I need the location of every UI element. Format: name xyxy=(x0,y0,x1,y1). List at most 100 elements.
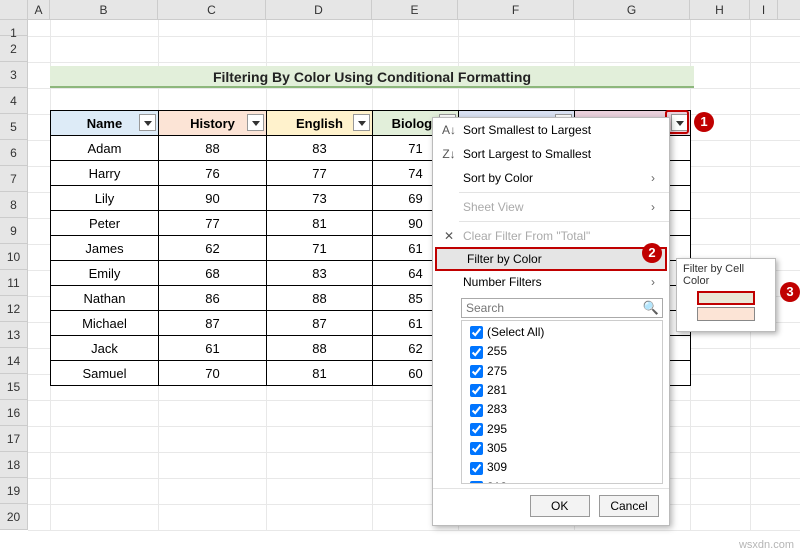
list-item[interactable]: 281 xyxy=(466,381,658,400)
cell[interactable]: 87 xyxy=(159,311,267,336)
search-input[interactable] xyxy=(461,298,663,318)
list-label: 281 xyxy=(487,383,507,397)
color-swatch-2[interactable] xyxy=(697,307,755,321)
checkbox[interactable] xyxy=(470,481,483,484)
col-F[interactable]: F xyxy=(458,0,574,19)
list-item[interactable]: 283 xyxy=(466,400,658,419)
cell[interactable]: 88 xyxy=(267,336,373,361)
row-6[interactable]: 6 xyxy=(0,140,28,166)
list-item[interactable]: (Select All) xyxy=(466,323,658,342)
menu-filter-color-label: Filter by Color xyxy=(463,252,647,266)
cell[interactable]: 77 xyxy=(159,211,267,236)
row-11[interactable]: 11 xyxy=(0,270,28,296)
checkbox[interactable] xyxy=(470,365,483,378)
row-14[interactable]: 14 xyxy=(0,348,28,374)
filter-icon[interactable] xyxy=(139,114,156,131)
menu-number-filters[interactable]: Number Filters › xyxy=(433,270,669,294)
checkbox[interactable] xyxy=(470,326,483,339)
header-english[interactable]: English xyxy=(267,111,373,136)
cell[interactable]: 73 xyxy=(267,186,373,211)
col-I[interactable]: I xyxy=(750,0,778,19)
list-item[interactable]: 295 xyxy=(466,420,658,439)
cell[interactable]: Emily xyxy=(51,261,159,286)
checkbox[interactable] xyxy=(470,462,483,475)
list-item[interactable]: 309 xyxy=(466,458,658,477)
checkbox[interactable] xyxy=(470,384,483,397)
col-C[interactable]: C xyxy=(158,0,266,19)
header-history[interactable]: History xyxy=(159,111,267,136)
cell[interactable]: Michael xyxy=(51,311,159,336)
cell[interactable]: 88 xyxy=(267,286,373,311)
checkbox[interactable] xyxy=(470,404,483,417)
header-name[interactable]: Name xyxy=(51,111,159,136)
list-item[interactable]: 305 xyxy=(466,439,658,458)
menu-clear-filter: ✕ Clear Filter From "Total" xyxy=(433,224,669,248)
sort-desc-icon: Z↓ xyxy=(439,147,459,161)
row-18[interactable]: 18 xyxy=(0,452,28,478)
row-8[interactable]: 8 xyxy=(0,192,28,218)
cell[interactable]: 83 xyxy=(267,136,373,161)
cell[interactable]: 76 xyxy=(159,161,267,186)
row-19[interactable]: 19 xyxy=(0,478,28,504)
cell[interactable]: Adam xyxy=(51,136,159,161)
row-7[interactable]: 7 xyxy=(0,166,28,192)
color-swatch-1[interactable] xyxy=(697,291,755,305)
col-E[interactable]: E xyxy=(372,0,458,19)
col-D[interactable]: D xyxy=(266,0,372,19)
row-10[interactable]: 10 xyxy=(0,244,28,270)
col-G[interactable]: G xyxy=(574,0,690,19)
cell[interactable]: 70 xyxy=(159,361,267,386)
row-5[interactable]: 5 xyxy=(0,114,28,140)
cell[interactable]: 86 xyxy=(159,286,267,311)
row-2[interactable]: 2 xyxy=(0,36,28,62)
list-item[interactable]: 275 xyxy=(466,362,658,381)
menu-sort-asc[interactable]: A↓ Sort Smallest to Largest xyxy=(433,118,669,142)
filter-icon[interactable] xyxy=(353,114,370,131)
ok-button[interactable]: OK xyxy=(530,495,590,517)
list-item[interactable]: 255 xyxy=(466,342,658,361)
menu-filter-by-color[interactable]: Filter by Color › xyxy=(435,247,667,271)
checkbox[interactable] xyxy=(470,442,483,455)
checkbox[interactable] xyxy=(470,423,483,436)
row-16[interactable]: 16 xyxy=(0,400,28,426)
row-4[interactable]: 4 xyxy=(0,88,28,114)
cell[interactable]: Nathan xyxy=(51,286,159,311)
filter-values-list[interactable]: (Select All) 255 275 281 283 295 305 309… xyxy=(461,320,663,484)
cell[interactable]: 71 xyxy=(267,236,373,261)
filter-icon[interactable] xyxy=(247,114,264,131)
col-H[interactable]: H xyxy=(690,0,750,19)
cell[interactable]: 61 xyxy=(159,336,267,361)
cell[interactable]: Peter xyxy=(51,211,159,236)
row-9[interactable]: 9 xyxy=(0,218,28,244)
cell[interactable]: 68 xyxy=(159,261,267,286)
cell[interactable]: 87 xyxy=(267,311,373,336)
col-B[interactable]: B xyxy=(50,0,158,19)
menu-sort-by-color[interactable]: Sort by Color › xyxy=(433,166,669,190)
cancel-button[interactable]: Cancel xyxy=(599,495,659,517)
row-20[interactable]: 20 xyxy=(0,504,28,530)
cell[interactable]: Samuel xyxy=(51,361,159,386)
cell[interactable]: 88 xyxy=(159,136,267,161)
cell[interactable]: James xyxy=(51,236,159,261)
cell[interactable]: 90 xyxy=(159,186,267,211)
row-3[interactable]: 3 xyxy=(0,62,28,88)
cell[interactable]: Harry xyxy=(51,161,159,186)
cell[interactable]: 83 xyxy=(267,261,373,286)
cell[interactable]: Lily xyxy=(51,186,159,211)
cell[interactable]: Jack xyxy=(51,336,159,361)
cell[interactable]: 81 xyxy=(267,211,373,236)
menu-sort-desc[interactable]: Z↓ Sort Largest to Smallest xyxy=(433,142,669,166)
row-17[interactable]: 17 xyxy=(0,426,28,452)
cell[interactable]: 81 xyxy=(267,361,373,386)
row-15[interactable]: 15 xyxy=(0,374,28,400)
col-A[interactable]: A xyxy=(28,0,50,19)
row-13[interactable]: 13 xyxy=(0,322,28,348)
chevron-right-icon: › xyxy=(651,200,661,214)
cell[interactable]: 62 xyxy=(159,236,267,261)
row-1[interactable]: 1 xyxy=(0,20,28,36)
cell[interactable]: 77 xyxy=(267,161,373,186)
row-12[interactable]: 12 xyxy=(0,296,28,322)
checkbox[interactable] xyxy=(470,346,483,359)
select-all-corner[interactable] xyxy=(0,0,28,19)
list-item[interactable]: 313 xyxy=(466,478,658,484)
